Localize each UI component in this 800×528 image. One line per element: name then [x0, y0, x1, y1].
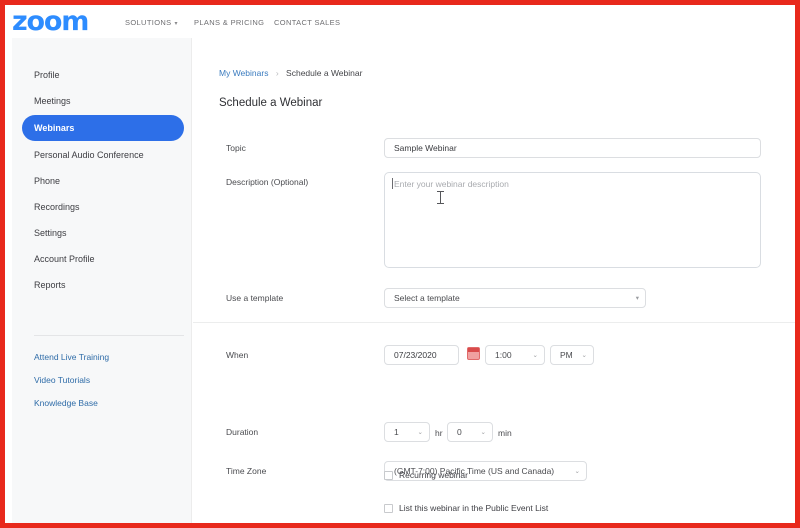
breadcrumb-separator: ›	[276, 68, 279, 78]
checkbox-recurring-webinar[interactable]	[384, 471, 393, 480]
sidebar-item-webinars[interactable]: Webinars	[22, 115, 184, 141]
calendar-icon[interactable]	[467, 347, 480, 360]
checkbox-public-event-list[interactable]	[384, 504, 393, 513]
zoom-logo[interactable]: zoom	[12, 8, 88, 35]
section-divider	[193, 322, 795, 323]
chevron-down-icon: ▾	[636, 289, 639, 308]
sidebar-link-video-tutorials[interactable]: Video Tutorials	[34, 375, 90, 385]
main-content: My Webinars › Schedule a Webinar Schedul…	[193, 38, 795, 523]
label-description: Description (Optional)	[226, 177, 308, 187]
duration-minutes-unit: min	[498, 428, 512, 438]
breadcrumb-link-my-webinars[interactable]: My Webinars	[219, 68, 268, 78]
sidebar-item-meetings[interactable]: Meetings	[12, 88, 192, 114]
time-select[interactable]: 1:00 ⌄	[485, 345, 545, 365]
sidebar-item-account-profile[interactable]: Account Profile	[12, 246, 192, 272]
template-select[interactable]: Select a template ▾	[384, 288, 646, 308]
chevron-down-icon: ⌄	[418, 423, 423, 442]
nav-item-contact-sales[interactable]: CONTACT SALES	[274, 18, 340, 27]
chevron-down-icon: ⌄	[533, 346, 538, 365]
chevron-down-icon: ⌄	[575, 462, 580, 481]
breadcrumb: My Webinars › Schedule a Webinar	[219, 68, 362, 78]
label-duration: Duration	[226, 427, 258, 437]
sidebar: Profile Meetings Webinars Personal Audio…	[12, 38, 192, 523]
sidebar-link-attend-live-training[interactable]: Attend Live Training	[34, 352, 109, 362]
ibeam-cursor-icon	[437, 191, 444, 204]
time-select-value: 1:00	[495, 350, 512, 360]
sidebar-divider	[34, 335, 184, 336]
nav-item-solutions[interactable]: SOLUTIONS▾	[125, 18, 178, 27]
sidebar-item-recordings[interactable]: Recordings	[12, 194, 192, 220]
duration-hours-select[interactable]: 1 ⌄	[384, 422, 430, 442]
duration-hours-unit: hr	[435, 428, 443, 438]
duration-minutes-select[interactable]: 0 ⌄	[447, 422, 493, 442]
label-use-a-template: Use a template	[226, 293, 283, 303]
sidebar-item-settings[interactable]: Settings	[12, 220, 192, 246]
sidebar-link-knowledge-base[interactable]: Knowledge Base	[34, 398, 98, 408]
sidebar-item-reports[interactable]: Reports	[12, 272, 192, 298]
label-time-zone: Time Zone	[226, 466, 266, 476]
meridiem-select[interactable]: PM ⌄	[550, 345, 594, 365]
nav-solutions-label: SOLUTIONS	[125, 18, 172, 27]
checkbox-label-public-event-list: List this webinar in the Public Event Li…	[399, 503, 548, 514]
text-caret	[392, 178, 393, 189]
meridiem-select-value: PM	[560, 350, 573, 360]
label-when: When	[226, 350, 248, 360]
label-topic: Topic	[226, 143, 246, 153]
topic-input[interactable]: Sample Webinar	[384, 138, 761, 158]
duration-hours-value: 1	[394, 427, 399, 437]
duration-minutes-value: 0	[457, 427, 462, 437]
description-textarea[interactable]: Enter your webinar description	[384, 172, 761, 268]
template-select-value: Select a template	[394, 293, 460, 303]
top-navigation-bar: zoom SOLUTIONS▾ PLANS & PRICING CONTACT …	[5, 5, 795, 38]
browser-viewport: zoom SOLUTIONS▾ PLANS & PRICING CONTACT …	[5, 5, 795, 523]
breadcrumb-current: Schedule a Webinar	[286, 68, 362, 78]
sidebar-item-profile[interactable]: Profile	[12, 62, 192, 88]
sidebar-item-phone[interactable]: Phone	[12, 168, 192, 194]
checkbox-label-recurring-webinar: Recurring webinar	[399, 470, 468, 481]
chevron-down-icon: ▾	[175, 20, 178, 27]
nav-item-plans-pricing[interactable]: PLANS & PRICING	[194, 18, 264, 27]
chevron-down-icon: ⌄	[582, 346, 587, 365]
chevron-down-icon: ⌄	[481, 423, 486, 442]
page-title: Schedule a Webinar	[219, 97, 322, 109]
description-placeholder: Enter your webinar description	[394, 179, 509, 189]
date-input[interactable]: 07/23/2020	[384, 345, 459, 365]
sidebar-item-personal-audio-conference[interactable]: Personal Audio Conference	[12, 142, 192, 168]
screenshot-frame: zoom SOLUTIONS▾ PLANS & PRICING CONTACT …	[0, 0, 800, 528]
